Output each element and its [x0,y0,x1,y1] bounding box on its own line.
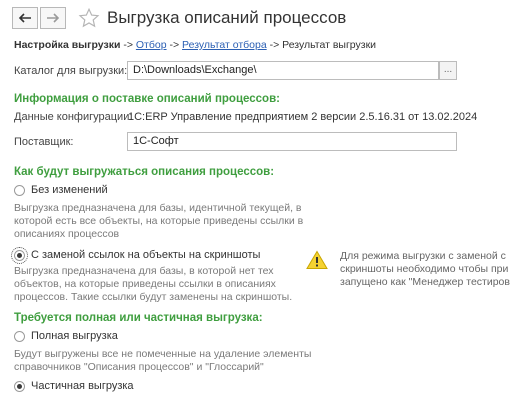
radio-replace-label[interactable]: С заменой ссылок на объекты на скриншоты [31,249,260,261]
arrow-left-icon [18,13,31,23]
radio-partial-export[interactable]: Частичная выгрузка [14,380,134,392]
warning-line-2: скриншоты необходимо чтобы при [340,263,509,275]
breadcrumb-link-filter[interactable]: Отбор [136,39,167,51]
radio-full-export-circle[interactable] [14,330,25,342]
favorite-star-button[interactable] [78,7,100,34]
radio-no-changes-label[interactable]: Без изменений [31,184,108,196]
breadcrumb-separator: -> [123,39,133,51]
radio-full-export-label[interactable]: Полная выгрузка [31,330,118,342]
supplier-label: Поставщик: [14,136,74,148]
warning-icon [306,250,328,269]
delivery-info-heading: Информация о поставке описаний процессов… [14,93,280,105]
supplier-input[interactable]: 1С-Софт [127,132,457,151]
breadcrumb-separator: -> [269,39,280,51]
back-button[interactable] [12,7,38,29]
arrow-right-icon [47,13,60,23]
warning-line-3: запущено как "Менеджер тестиров [340,276,510,288]
config-label: Данные конфигурации: [14,111,133,123]
warning-message: Для режима выгрузки с заменой с скриншот… [340,250,520,289]
full-export-description: Будут выгружены все не помеченные на уда… [14,348,312,373]
warning-line-1: Для режима выгрузки с заменой с [340,250,506,262]
scope-heading: Требуется полная или частичная выгрузка: [14,312,263,324]
breadcrumb-export-result: Результат выгрузки [282,39,377,51]
catalog-path-input[interactable]: D:\Downloads\Exchange\ [127,61,439,80]
config-value: 1C:ERP Управление предприятием 2 версии … [128,111,478,123]
export-mode-heading: Как будут выгружаться описания процессов… [14,166,275,178]
forward-button[interactable] [40,7,66,29]
radio-partial-export-label[interactable]: Частичная выгрузка [31,380,134,392]
breadcrumb-current: Настройка выгрузки [14,39,121,51]
catalog-browse-button[interactable]: ... [439,61,457,80]
window-title: Выгрузка описаний процессов [107,8,347,27]
radio-full-export[interactable]: Полная выгрузка [14,330,118,342]
breadcrumb-link-filter-result[interactable]: Результат отбора [182,39,267,51]
breadcrumb: Настройка выгрузки -> Отбор -> Результат… [14,39,376,51]
warning-icon-box [306,250,328,275]
replace-description: Выгрузка предназначена для базы, в котор… [14,265,293,303]
catalog-label: Каталог для выгрузки: [14,65,128,77]
radio-replace-with-screenshots[interactable]: С заменой ссылок на объекты на скриншоты [11,246,260,264]
radio-no-changes[interactable]: Без изменений [14,184,108,196]
radio-partial-export-circle[interactable] [14,380,25,392]
star-icon [78,7,100,28]
no-changes-description: Выгрузка предназначена для базы, идентич… [14,202,304,240]
radio-no-changes-circle[interactable] [14,184,25,196]
radio-replace-circle[interactable] [11,246,28,264]
breadcrumb-separator: -> [169,39,180,51]
